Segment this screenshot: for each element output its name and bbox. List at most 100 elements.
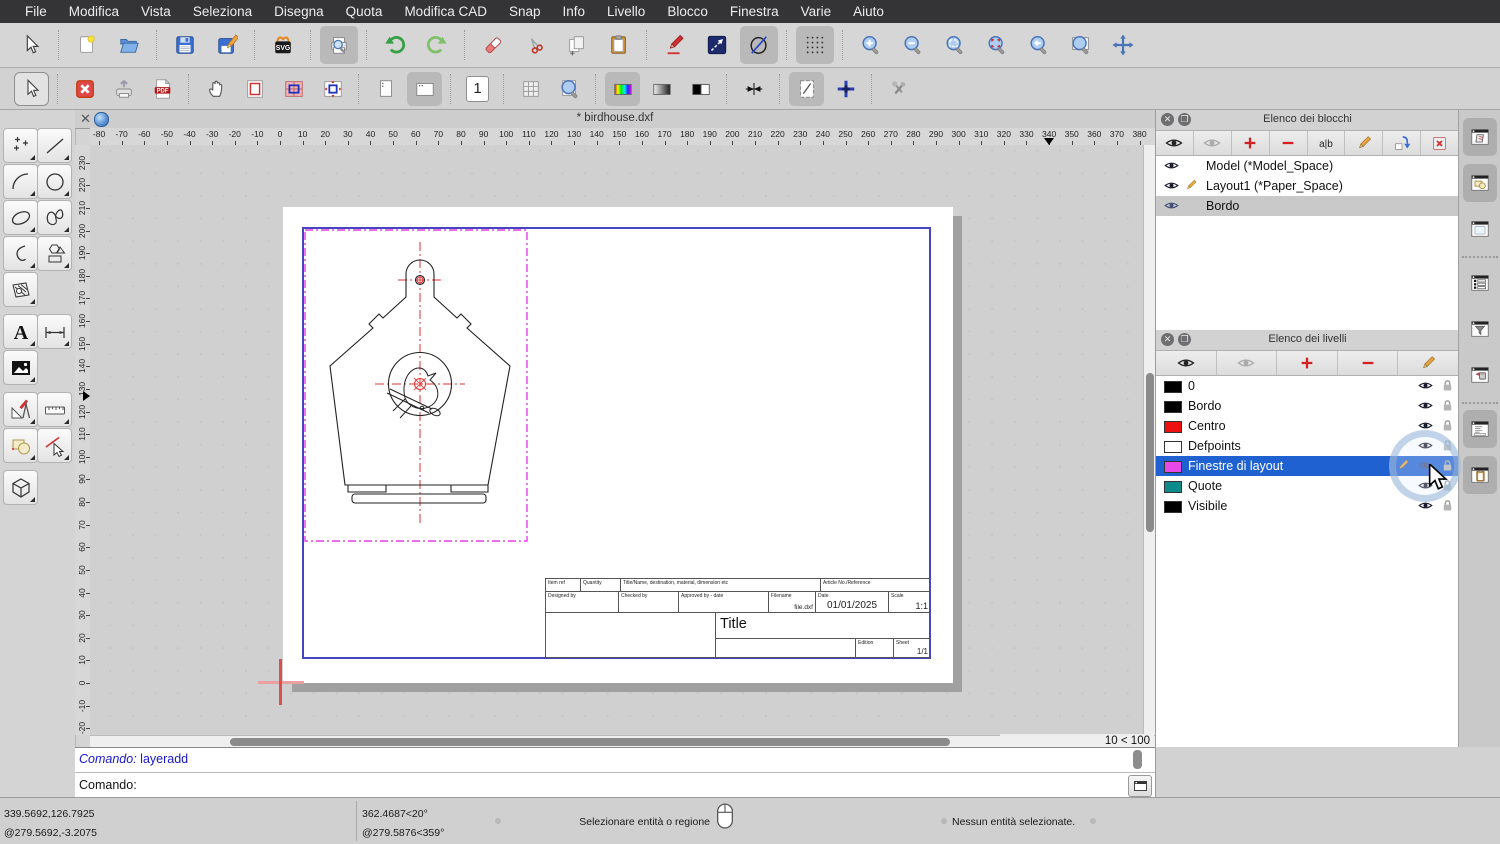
- block-tools-tool[interactable]: [3, 428, 38, 463]
- dimension-tool[interactable]: [37, 314, 72, 349]
- layer-visibility-eye-icon[interactable]: [1418, 398, 1434, 414]
- panel-viewports-toggle[interactable]: [1463, 210, 1497, 248]
- menu-item-disegna[interactable]: Disegna: [263, 0, 335, 23]
- polyline-tool[interactable]: [3, 236, 38, 271]
- fit-viewport-button[interactable]: [315, 72, 350, 106]
- show-all-eye-button[interactable]: [1156, 131, 1194, 155]
- undo-button[interactable]: [376, 26, 414, 64]
- menu-item-snap[interactable]: Snap: [498, 0, 552, 23]
- menu-item-file[interactable]: File: [14, 0, 58, 23]
- page-tiles-button[interactable]: [276, 72, 311, 106]
- open-file-button[interactable]: [110, 26, 148, 64]
- panel-layer-list-toggle[interactable]: [1463, 264, 1497, 302]
- circle-tool[interactable]: [37, 164, 72, 199]
- copy-button[interactable]: [558, 26, 596, 64]
- page-number-button[interactable]: 1: [460, 72, 495, 106]
- menu-item-modifica[interactable]: Modifica: [58, 0, 130, 23]
- panel-library-browser-toggle[interactable]: [1463, 164, 1497, 202]
- remove-block-button[interactable]: [1270, 131, 1308, 155]
- add-layer-button[interactable]: [1277, 351, 1338, 375]
- edit-pencil-button[interactable]: [656, 26, 694, 64]
- circle-slash-button[interactable]: [740, 26, 778, 64]
- draft-tools-tool[interactable]: [3, 392, 38, 427]
- spline-tool[interactable]: [37, 200, 72, 235]
- zoom-selection-button[interactable]: [978, 26, 1016, 64]
- panel-block-list-toggle[interactable]: [1463, 118, 1497, 156]
- layer-lock-icon[interactable]: [1440, 498, 1456, 514]
- menu-item-seleziona[interactable]: Seleziona: [182, 0, 263, 23]
- hide-all-eye-button[interactable]: [1217, 351, 1278, 375]
- menu-item-quota[interactable]: Quota: [335, 0, 394, 23]
- print-upload-button[interactable]: [106, 72, 141, 106]
- landscape-button[interactable]: [407, 71, 442, 106]
- panel-property-editor-toggle[interactable]: [1463, 456, 1497, 494]
- paste-button[interactable]: [600, 26, 638, 64]
- select-tool-button[interactable]: [14, 71, 49, 106]
- eraser-button[interactable]: [474, 26, 512, 64]
- save-file-as-button[interactable]: [208, 26, 246, 64]
- layer-lock-icon[interactable]: [1440, 398, 1456, 414]
- panel-view-toolbox-toggle[interactable]: [1463, 356, 1497, 394]
- layer-row-0[interactable]: 0: [1156, 376, 1459, 396]
- paper-border-button[interactable]: [237, 72, 272, 106]
- menu-item-varie[interactable]: Varie: [790, 0, 843, 23]
- black-white-button[interactable]: [683, 72, 718, 106]
- menu-item-finestra[interactable]: Finestra: [719, 0, 790, 23]
- layer-row-bordo[interactable]: Bordo: [1156, 396, 1459, 416]
- block-item-model[interactable]: Model (*Model_Space): [1156, 156, 1459, 176]
- redo-button[interactable]: [418, 26, 456, 64]
- shapes-tool[interactable]: [37, 236, 72, 271]
- zoom-out-button[interactable]: [894, 26, 932, 64]
- print-preview-button[interactable]: [320, 26, 358, 64]
- save-file-button[interactable]: [166, 26, 204, 64]
- draft-mode-button[interactable]: [789, 71, 824, 106]
- menu-item-livello[interactable]: Livello: [596, 0, 656, 23]
- panel-command-line-toggle[interactable]: [1463, 410, 1497, 448]
- delete-block-button[interactable]: [1421, 131, 1459, 155]
- insert-block-button[interactable]: [1383, 131, 1422, 155]
- hscroll-thumb[interactable]: [230, 738, 950, 746]
- line-tool-button[interactable]: [698, 26, 736, 64]
- points-tool[interactable]: [3, 128, 38, 163]
- add-block-button[interactable]: [1232, 131, 1270, 155]
- edit-block-button[interactable]: [1345, 131, 1384, 155]
- zoom-in-button[interactable]: [852, 26, 890, 64]
- menu-item-modifica-cad[interactable]: Modifica CAD: [393, 0, 498, 23]
- zoom-previous-button[interactable]: [1020, 26, 1058, 64]
- multi-pages-button[interactable]: [513, 72, 548, 106]
- crosshair-button[interactable]: [828, 72, 863, 106]
- settings-button[interactable]: [881, 72, 916, 106]
- vscroll-thumb[interactable]: [1146, 373, 1154, 532]
- full-color-button[interactable]: [605, 71, 640, 106]
- visibility-eye-icon[interactable]: [1164, 178, 1180, 194]
- hide-all-eye-button[interactable]: [1194, 131, 1232, 155]
- history-scroll-thumb[interactable]: [1133, 750, 1142, 769]
- select-tool-button[interactable]: [12, 26, 50, 64]
- zoom-page-button[interactable]: [552, 72, 587, 106]
- ellipse-tool[interactable]: [3, 200, 38, 235]
- detach-command-line-button[interactable]: [1128, 775, 1152, 797]
- menu-item-blocco[interactable]: Blocco: [656, 0, 719, 23]
- menu-item-info[interactable]: Info: [552, 0, 597, 23]
- line-tool[interactable]: [37, 128, 72, 163]
- modify-attr-tool[interactable]: [37, 428, 72, 463]
- menu-item-aiuto[interactable]: Aiuto: [842, 0, 895, 23]
- zoom-auto-button[interactable]: [936, 26, 974, 64]
- pdf-export-button[interactable]: PDF: [145, 72, 180, 106]
- layer-lock-icon[interactable]: [1440, 418, 1456, 434]
- menu-item-vista[interactable]: Vista: [130, 0, 182, 23]
- solid-box-tool[interactable]: [3, 470, 38, 505]
- drawing-canvas[interactable]: Item ref Quantity Title/Name, destinatio…: [90, 145, 1143, 735]
- arc-tool[interactable]: [3, 164, 38, 199]
- pan-button[interactable]: [1104, 26, 1142, 64]
- grid-dots-button[interactable]: [796, 26, 834, 64]
- panel-selection-filter-toggle[interactable]: [1463, 310, 1497, 348]
- show-all-eye-button[interactable]: [1156, 351, 1217, 375]
- hatch-tool[interactable]: [3, 272, 38, 307]
- cut-button[interactable]: [516, 26, 554, 64]
- portrait-button[interactable]: [368, 72, 403, 106]
- remove-layer-button[interactable]: [1338, 351, 1399, 375]
- layer-visibility-eye-icon[interactable]: [1418, 378, 1434, 394]
- block-item-layout1[interactable]: Layout1 (*Paper_Space): [1156, 176, 1459, 196]
- visibility-eye-icon[interactable]: [1164, 198, 1180, 214]
